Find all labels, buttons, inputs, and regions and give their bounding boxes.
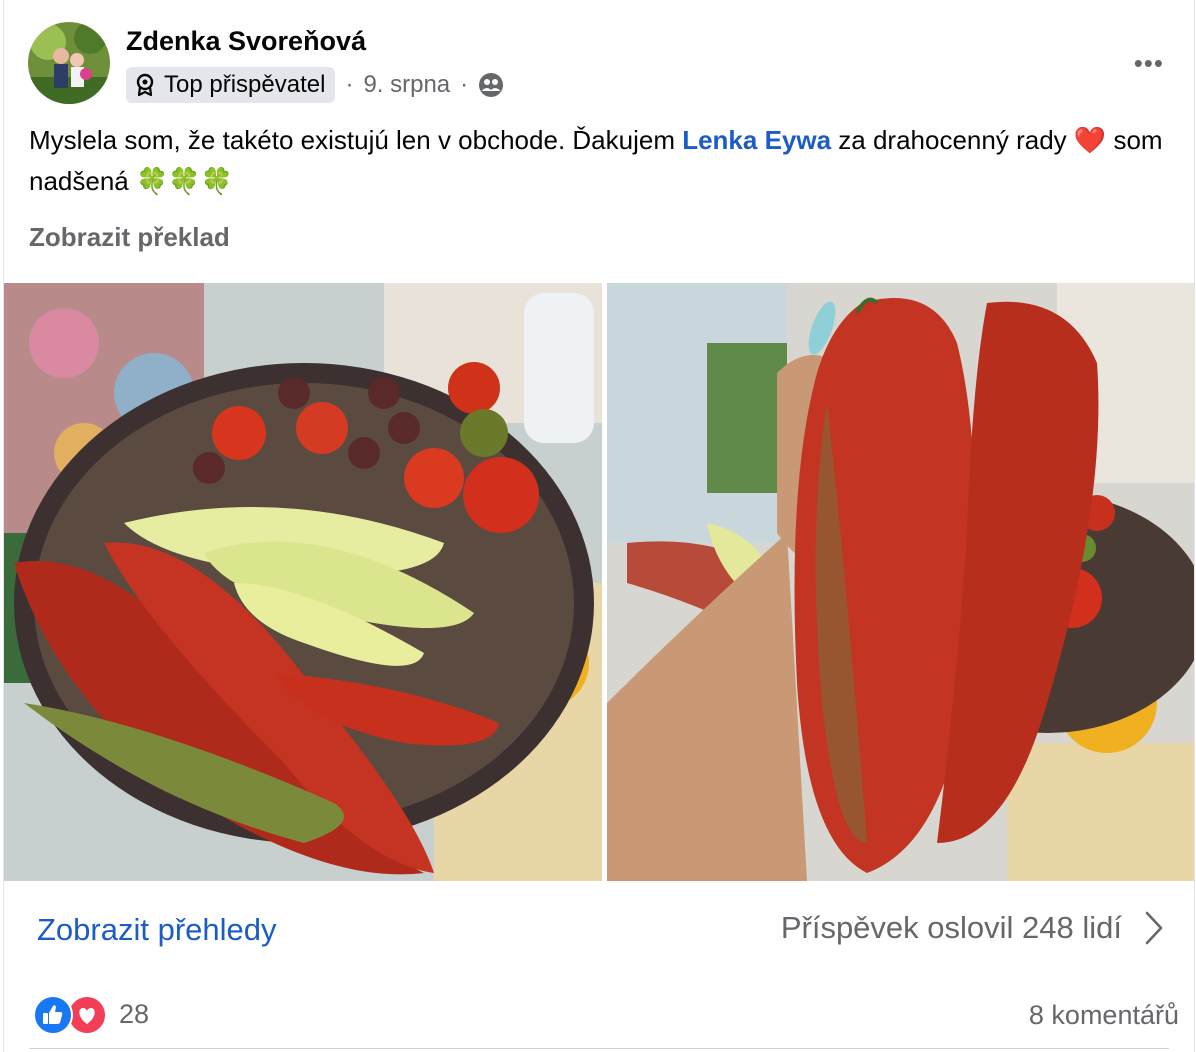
photo-grid (4, 283, 1194, 881)
reactions-summary[interactable]: 28 (33, 995, 150, 1035)
mention-link[interactable]: Lenka Eywa (682, 125, 831, 155)
friends-icon[interactable] (478, 72, 504, 98)
meta-separator: · (460, 71, 469, 98)
show-translation-link[interactable]: Zobrazit překlad (29, 222, 230, 253)
view-insights-link[interactable]: Zobrazit přehledy (37, 912, 277, 948)
post-text-part: za drahocenný rady (831, 125, 1074, 155)
post-body: Myslela som, že takéto existujú len v ob… (29, 120, 1179, 202)
chevron-right-icon (1145, 911, 1163, 945)
reaction-count: 28 (119, 998, 150, 1029)
heart-emoji: ❤️ (1073, 125, 1107, 155)
like-reaction-icon (33, 995, 73, 1035)
more-options-button[interactable]: ••• (1134, 48, 1164, 79)
reach-label: Příspěvek oslovil 248 lidí (780, 910, 1122, 945)
author-avatar[interactable] (28, 22, 110, 104)
author-name[interactable]: Zdenka Svoreňová (126, 26, 366, 57)
basket-of-peppers-and-tomatoes-photo[interactable] (4, 283, 602, 881)
hand-holding-red-peppers-photo[interactable] (607, 283, 1194, 881)
clover-emojis: 🍀🍀🍀 (135, 166, 234, 196)
post-date[interactable]: 9. srpna (363, 71, 450, 99)
post-text-part: Myslela som, že takéto existujú len v ob… (29, 125, 683, 155)
post-reach-button[interactable]: Příspěvek oslovil 248 lidí (781, 910, 1164, 946)
top-contributor-badge[interactable]: Top přispěvatel (126, 67, 336, 103)
post-meta: Top přispěvatel · 9. srpna · (126, 67, 504, 103)
comments-count-link[interactable]: 8 komentářů (1029, 1000, 1179, 1031)
post-card: Zdenka Svoreňová Top přispěvatel · 9. sr… (3, 0, 1195, 1052)
meta-separator: · (345, 71, 354, 98)
divider (29, 1048, 1169, 1049)
love-reaction-icon (67, 995, 107, 1035)
badge-label: Top přispěvatel (164, 71, 326, 98)
badge-icon (136, 73, 154, 97)
